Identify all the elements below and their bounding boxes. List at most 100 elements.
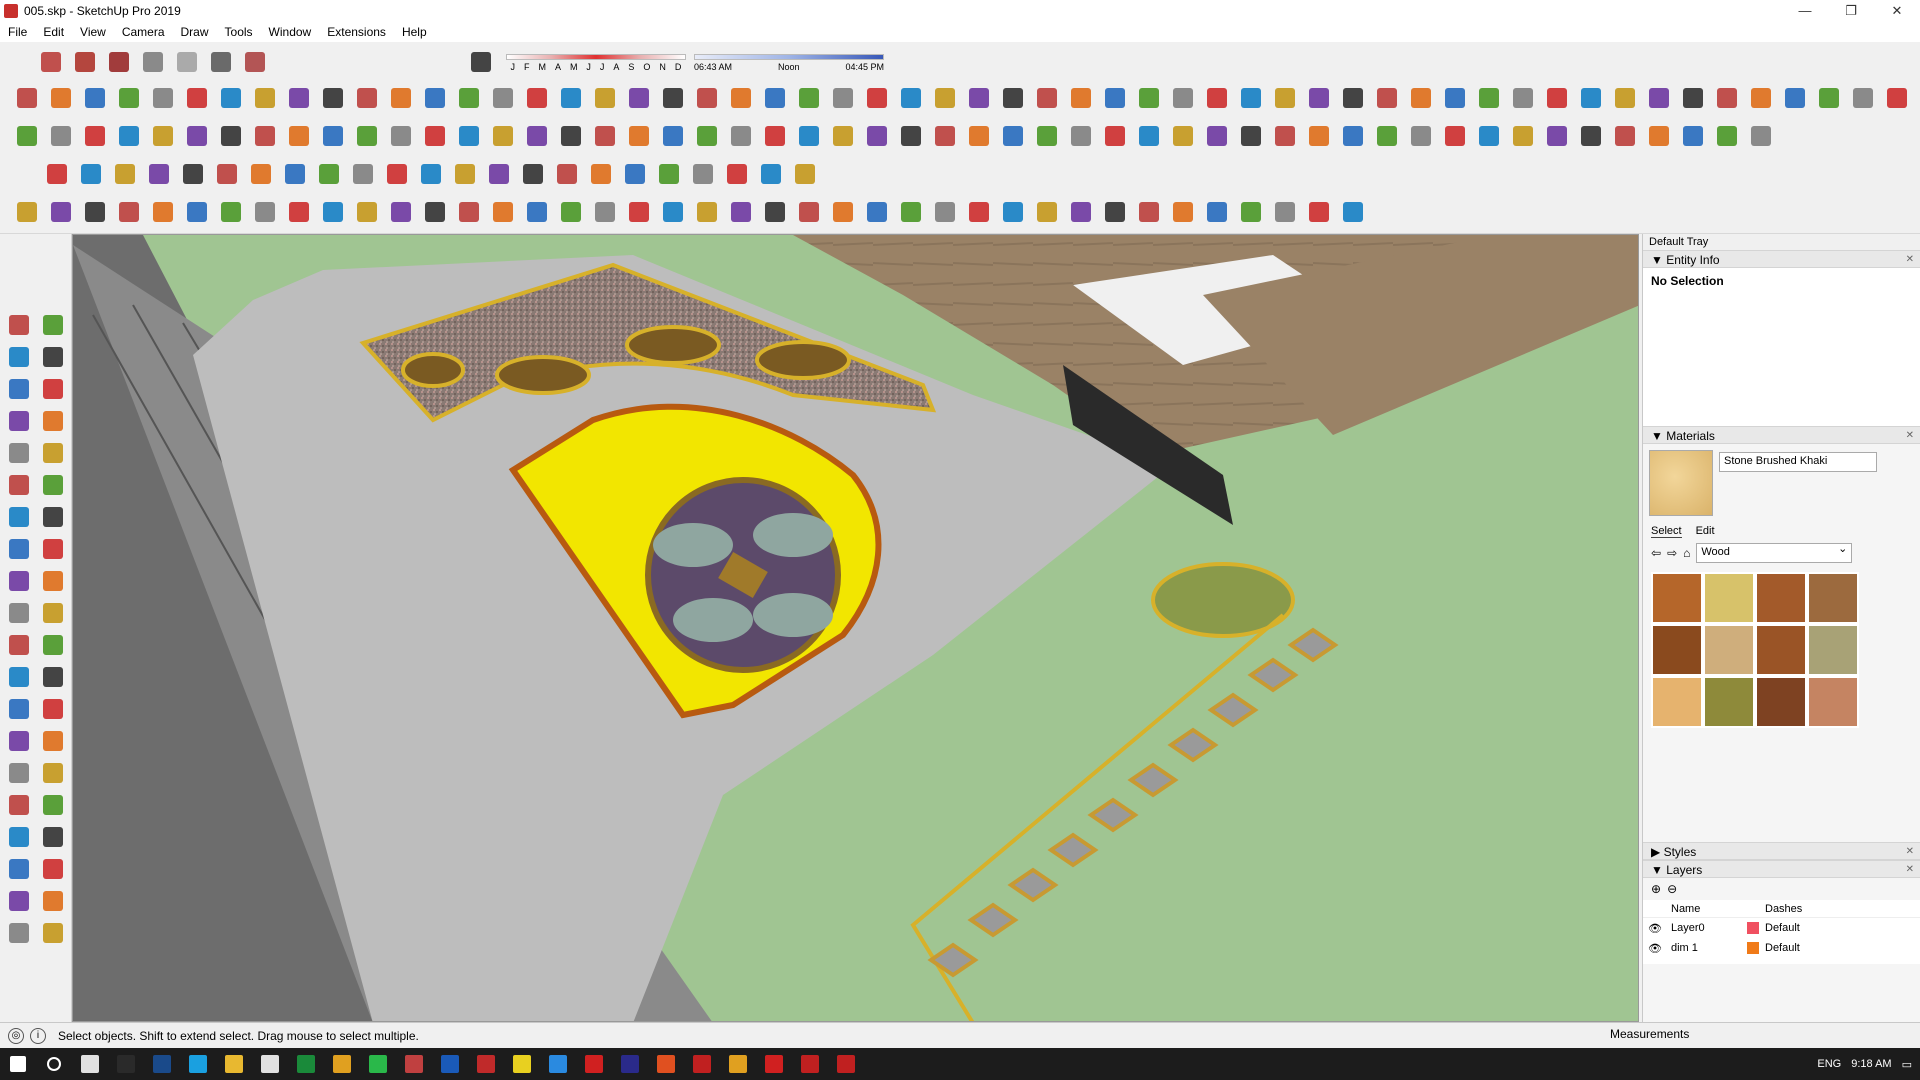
- toolbar-tool-icon[interactable]: [1577, 84, 1605, 112]
- toolbar-tool-icon[interactable]: [315, 160, 343, 188]
- extension-warehouse-icon[interactable]: [105, 48, 133, 76]
- taskbar-app-icon[interactable]: [326, 1050, 358, 1078]
- toolbar-tool-icon[interactable]: [1067, 84, 1095, 112]
- left-tool-icon[interactable]: [4, 502, 34, 532]
- left-tool-icon[interactable]: [38, 854, 68, 884]
- add-layer-icon[interactable]: ⊕: [1651, 882, 1661, 896]
- toolbar-tool-icon[interactable]: [417, 160, 445, 188]
- toolbar-tool-icon[interactable]: [553, 160, 581, 188]
- visibility-eye-icon[interactable]: 👁: [1643, 922, 1667, 935]
- menu-tools[interactable]: Tools: [217, 25, 261, 39]
- toolbar-tool-icon[interactable]: [13, 122, 41, 150]
- toolbar-tool-icon[interactable]: [353, 84, 381, 112]
- taskbar-app-icon[interactable]: [362, 1050, 394, 1078]
- toolbar-tool-icon[interactable]: [213, 160, 241, 188]
- language-indicator[interactable]: ENG: [1817, 1058, 1841, 1070]
- toolbar-tool-icon[interactable]: [1033, 122, 1061, 150]
- toolbar-tool-icon[interactable]: [863, 122, 891, 150]
- left-tool-icon[interactable]: [38, 918, 68, 948]
- warehouse-icon[interactable]: [37, 48, 65, 76]
- left-tool-icon[interactable]: [4, 918, 34, 948]
- left-tool-icon[interactable]: [38, 822, 68, 852]
- toolbar-tool-icon[interactable]: [247, 160, 275, 188]
- toolbar-tool-icon[interactable]: [421, 84, 449, 112]
- toolbar-tool-icon[interactable]: [999, 198, 1027, 226]
- toolbar-tool-icon[interactable]: [1441, 84, 1469, 112]
- toolbar-tool-icon[interactable]: [319, 122, 347, 150]
- layer-color-swatch[interactable]: [1747, 942, 1759, 954]
- toolbar-tool-icon[interactable]: [319, 198, 347, 226]
- left-tool-icon[interactable]: [4, 726, 34, 756]
- toolbar-tool-icon[interactable]: [999, 84, 1027, 112]
- toolbar-tool-icon[interactable]: [1339, 122, 1367, 150]
- toolbar-tool-icon[interactable]: [523, 198, 551, 226]
- material-swatch[interactable]: [1809, 678, 1857, 726]
- left-tool-icon[interactable]: [38, 598, 68, 628]
- toolbar-tool-icon[interactable]: [1271, 198, 1299, 226]
- model-viewport[interactable]: [72, 234, 1639, 1022]
- toolbar-tool-icon[interactable]: [1203, 198, 1231, 226]
- left-tool-icon[interactable]: [4, 758, 34, 788]
- toolbar-tool-icon[interactable]: [489, 84, 517, 112]
- toolbar-tool-icon[interactable]: [965, 122, 993, 150]
- layer-row[interactable]: 👁 dim 1 Default: [1643, 938, 1920, 958]
- taskbar-app-icon[interactable]: [830, 1050, 862, 1078]
- toolbar-tool-icon[interactable]: [183, 84, 211, 112]
- toolbar-tool-icon[interactable]: [1101, 198, 1129, 226]
- material-name-field[interactable]: Stone Brushed Khaki: [1719, 452, 1877, 472]
- minimize-button[interactable]: —: [1782, 0, 1828, 22]
- toolbar-tool-icon[interactable]: [761, 198, 789, 226]
- toolbar-tool-icon[interactable]: [13, 84, 41, 112]
- toolbar-tool-icon[interactable]: [1509, 122, 1537, 150]
- toolbar-tool-icon[interactable]: [1169, 198, 1197, 226]
- search-icon[interactable]: [38, 1050, 70, 1078]
- shadow-time-slider[interactable]: 06:43 AM Noon 04:45 PM: [694, 50, 884, 74]
- entity-info-header[interactable]: ▼ Entity Info ✕: [1643, 250, 1920, 268]
- left-tool-icon[interactable]: [38, 438, 68, 468]
- layers-header[interactable]: ▼ Layers ✕: [1643, 860, 1920, 878]
- toolbar-tool-icon[interactable]: [115, 84, 143, 112]
- toolbar-tool-icon[interactable]: [353, 198, 381, 226]
- left-tool-icon[interactable]: [38, 630, 68, 660]
- taskbar-app-icon[interactable]: [758, 1050, 790, 1078]
- delete-layer-icon[interactable]: ⊖: [1667, 882, 1677, 896]
- toolbar-tool-icon[interactable]: [659, 122, 687, 150]
- toolbar-tool-icon[interactable]: [1679, 84, 1707, 112]
- left-tool-icon[interactable]: [38, 662, 68, 692]
- toolbar-tool-icon[interactable]: [999, 122, 1027, 150]
- menu-draw[interactable]: Draw: [173, 25, 217, 39]
- toolbar-tool-icon[interactable]: [625, 122, 653, 150]
- toolbar-tool-icon[interactable]: [795, 84, 823, 112]
- tab-select[interactable]: Select: [1651, 525, 1682, 538]
- toolbar-tool-icon[interactable]: [791, 160, 819, 188]
- toolbar-tool-icon[interactable]: [217, 198, 245, 226]
- toolbar-tool-icon[interactable]: [1543, 122, 1571, 150]
- toolbar-tool-icon[interactable]: [1577, 122, 1605, 150]
- toolbar-tool-icon[interactable]: [281, 160, 309, 188]
- left-tool-icon[interactable]: [38, 790, 68, 820]
- toolbar-tool-icon[interactable]: [285, 198, 313, 226]
- toolbar-tool-icon[interactable]: [757, 160, 785, 188]
- layer-row[interactable]: 👁 Layer0 Default: [1643, 918, 1920, 938]
- toolbar-tool-icon[interactable]: [1373, 84, 1401, 112]
- forward-arrow-icon[interactable]: ⇨: [1667, 546, 1677, 560]
- col-dashes[interactable]: Dashes: [1765, 903, 1875, 915]
- material-swatch[interactable]: [1757, 678, 1805, 726]
- toolbar-tool-icon[interactable]: [43, 160, 71, 188]
- share-model-icon[interactable]: [71, 48, 99, 76]
- toolbar-tool-icon[interactable]: [1713, 84, 1741, 112]
- toolbar-tool-icon[interactable]: [1271, 122, 1299, 150]
- styles-header[interactable]: ▶ Styles ✕: [1643, 842, 1920, 860]
- toolbar-tool-icon[interactable]: [523, 84, 551, 112]
- toolbar-tool-icon[interactable]: [387, 198, 415, 226]
- toolbar-tool-icon[interactable]: [81, 198, 109, 226]
- model-scene[interactable]: [73, 235, 1639, 1022]
- toolbar-tool-icon[interactable]: [1645, 122, 1673, 150]
- toolbar-tool-icon[interactable]: [149, 122, 177, 150]
- toolbar-tool-icon[interactable]: [523, 122, 551, 150]
- toolbar-tool-icon[interactable]: [1781, 84, 1809, 112]
- toolbar-tool-icon[interactable]: [897, 198, 925, 226]
- menu-extensions[interactable]: Extensions: [319, 25, 394, 39]
- toolbar-tool-icon[interactable]: [1135, 122, 1163, 150]
- tab-edit[interactable]: Edit: [1696, 525, 1715, 537]
